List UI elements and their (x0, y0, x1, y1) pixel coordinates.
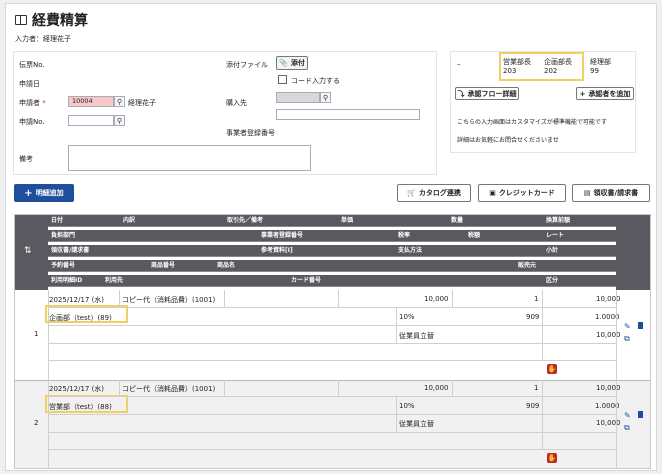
edit-icon[interactable]: ✎ (624, 411, 631, 420)
attach-button[interactable]: 📎 添付 (276, 56, 308, 70)
supplier-code-input[interactable] (276, 92, 320, 103)
code-input-checkbox[interactable] (278, 75, 287, 84)
row-unit-price[interactable]: 10,000 (424, 384, 449, 392)
grid-line (48, 396, 616, 397)
header-row-4: 予約番号 商品番号 商品名 販売元 (48, 260, 616, 272)
row-tax[interactable]: 909 (526, 402, 539, 410)
delete-icon[interactable] (638, 411, 643, 418)
approval-dash: – (457, 60, 461, 68)
delete-icon[interactable] (638, 322, 643, 329)
grid-line (224, 380, 225, 396)
row-date[interactable]: 2025/12/17 (水) (49, 384, 104, 394)
credit-card-button[interactable]: ▣ クレジットカード (478, 184, 566, 202)
row-tax-rate[interactable]: 10% (399, 313, 415, 321)
add-approver-button[interactable]: + 承認者を追加 (576, 87, 634, 100)
grid-line (338, 290, 339, 307)
header-row-5: 利用明細ID 利用先 カード番号 区分 (48, 275, 616, 287)
grid-line (48, 343, 616, 344)
edit-icon[interactable]: ✎ (624, 322, 631, 331)
stop-icon[interactable]: ✋ (547, 364, 557, 374)
approver-sales: 営業部長 203 (503, 58, 531, 75)
approver-planning: 企画部長 202 (544, 58, 572, 75)
receipt-button[interactable]: ▤ 領収書/請求書 (572, 184, 650, 202)
action-header (616, 215, 650, 290)
grid-line (224, 290, 225, 307)
grid-line (48, 325, 616, 326)
apply-no-input[interactable] (68, 115, 114, 126)
search-icon[interactable]: ⚲ (114, 96, 125, 107)
applicant-label: 申請者 * (19, 99, 46, 107)
grid-line (338, 380, 339, 396)
applicant-name: 経理花子 (128, 99, 156, 107)
page-title: 経費精算 (15, 10, 88, 30)
catalog-button[interactable]: 🛒 カタログ連携 (397, 184, 471, 202)
stop-icon[interactable]: ✋ (547, 453, 557, 463)
plus-icon: + (24, 187, 33, 199)
code-input-label: コード入力する (291, 77, 340, 85)
grid-line (542, 290, 543, 360)
grid-line (119, 290, 120, 307)
copy-icon[interactable]: ⧉ (624, 423, 630, 433)
supplier-name-input[interactable] (276, 109, 420, 120)
row-date[interactable]: 2025/12/17 (水) (49, 295, 104, 305)
approval-flow-button[interactable]: ⤵ 承認フロー詳細 (455, 87, 519, 100)
grid-line (48, 432, 616, 433)
apply-date-label: 申請日 (19, 80, 40, 88)
row-tax[interactable]: 909 (526, 313, 539, 321)
row-qty[interactable]: 1 (534, 384, 538, 392)
apply-no-label: 申請No. (19, 118, 45, 126)
grid-line (396, 396, 397, 432)
approval-note-2: 詳細はお気軽にお問合せくださいませ (457, 137, 559, 144)
voucher-no-label: 伝票No. (19, 61, 45, 69)
row-number: 2 (34, 419, 39, 427)
grid-line (48, 307, 616, 308)
row-item[interactable]: コピー代（消耗品費）(1001) (122, 384, 215, 394)
header-row-3: 領収書/請求書 参考資料[I] 支払方法 小計 (48, 245, 616, 257)
header-row-1: 日付 内訳 取引先／備考 単価 数量 換算前額 (48, 215, 616, 227)
row-item[interactable]: コピー代（消耗品費）(1001) (122, 295, 215, 305)
row-payment[interactable]: 従業員立替 (399, 419, 434, 429)
business-reg-label: 事業者登録番号 (226, 129, 275, 137)
header-row-2: 負担部門 事業者登録番号 税率 税額 レート (48, 230, 616, 242)
highlight-box (45, 395, 128, 413)
supplier-label: 購入先 (226, 99, 247, 107)
row-payment[interactable]: 従業員立替 (399, 331, 434, 341)
search-icon[interactable]: ⚲ (320, 92, 331, 103)
add-detail-button[interactable]: + 明細追加 (14, 184, 74, 202)
receipt-icon: ▤ (583, 189, 591, 197)
applicant-code-input[interactable]: 10004 (68, 96, 114, 107)
grid-line (119, 380, 120, 396)
cart-icon: 🛒 (407, 189, 416, 197)
book-icon (15, 15, 27, 25)
approver-accounting: 経理部 99 (590, 58, 611, 75)
approval-note-1: こちらの入力画面はカスタマイズが標準機能で可能です (457, 119, 607, 126)
grid-line (452, 380, 453, 396)
attach-label: 添付ファイル (226, 61, 268, 69)
row-tax-rate[interactable]: 10% (399, 402, 415, 410)
paperclip-icon: 📎 (279, 59, 288, 67)
grid-line (452, 290, 453, 307)
remarks-label: 備考 (19, 155, 33, 163)
remarks-textarea[interactable] (68, 145, 311, 171)
row-unit-price[interactable]: 10,000 (424, 295, 449, 303)
row-qty[interactable]: 1 (534, 295, 538, 303)
sort-icon[interactable]: ⇅ (24, 246, 32, 256)
expense-page: 経費精算 入力者：経理花子 伝票No. 申請日 申請者 * 10004 ⚲ 経理… (5, 3, 657, 471)
grid-line (542, 380, 543, 449)
grid-line (48, 360, 616, 361)
search-icon[interactable]: ⚲ (114, 115, 125, 126)
copy-icon[interactable]: ⧉ (624, 334, 630, 344)
entered-by: 入力者：経理花子 (15, 35, 71, 43)
plus-icon: + (579, 89, 586, 98)
flow-icon: ⤵ (457, 89, 465, 98)
grid-line (48, 290, 49, 468)
grid-line (48, 449, 616, 450)
grid-line (15, 380, 650, 381)
card-icon: ▣ (489, 189, 496, 197)
grid-line (48, 414, 616, 415)
grid-line (616, 290, 617, 468)
row-number: 1 (34, 330, 39, 338)
grid-line (396, 307, 397, 343)
